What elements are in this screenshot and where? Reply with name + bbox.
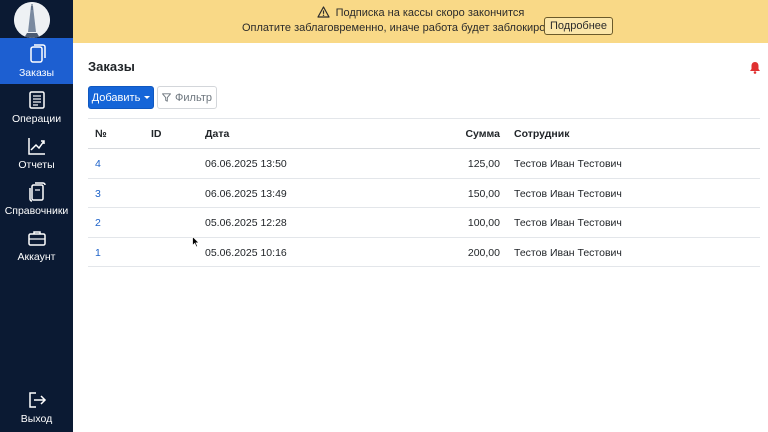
order-sum: 200,00: [467, 246, 500, 259]
sidebar-item-label: Отчеты: [18, 159, 55, 171]
filter-button[interactable]: Фильтр: [157, 86, 217, 109]
table-row[interactable]: 3 06.06.2025 13:49 150,00 Тестов Иван Те…: [88, 179, 760, 208]
mouse-cursor-icon: [192, 236, 200, 248]
order-number-link[interactable]: 3: [95, 188, 101, 200]
order-employee: Тестов Иван Тестович: [514, 217, 622, 229]
filter-icon: [162, 93, 171, 102]
app-logo: [14, 2, 50, 38]
sidebar-item-orders[interactable]: Заказы: [0, 38, 73, 84]
order-employee: Тестов Иван Тестович: [514, 246, 622, 259]
order-date: 06.06.2025 13:49: [205, 187, 287, 200]
table-header: № ID Дата Сумма Сотрудник: [88, 118, 760, 149]
bell-icon[interactable]: [749, 61, 761, 74]
filter-button-label: Фильтр: [175, 91, 212, 104]
column-header-employee[interactable]: Сотрудник: [514, 128, 569, 140]
warning-icon: [316, 6, 330, 18]
logout-icon: [28, 392, 46, 408]
logout-label: Выход: [20, 413, 53, 425]
column-header-number[interactable]: №: [95, 128, 107, 140]
order-date: 05.06.2025 12:28: [205, 217, 287, 229]
document-icon: [29, 44, 46, 63]
banner-details-button[interactable]: Подробнее: [544, 17, 614, 35]
sidebar-item-references[interactable]: Справочники: [0, 176, 73, 222]
list-icon: [28, 91, 45, 109]
sidebar-item-account[interactable]: Аккаунт: [0, 222, 73, 268]
briefcase-icon: [27, 231, 46, 246]
table-row[interactable]: 4 06.06.2025 13:50 125,00 Тестов Иван Те…: [88, 149, 760, 179]
sidebar-item-label: Заказы: [18, 67, 55, 79]
column-header-sum[interactable]: Сумма: [465, 128, 500, 140]
sidebar-item-label: Операции: [11, 113, 62, 125]
order-sum: 125,00: [467, 158, 500, 170]
chart-icon: [27, 138, 45, 155]
sidebar-item-label: Справочники: [4, 205, 69, 217]
banner-title: Подписка на кассы скоро закончится: [335, 7, 525, 19]
order-date: 05.06.2025 10:16: [205, 246, 287, 259]
sidebar-item-operations[interactable]: Операции: [0, 84, 73, 130]
order-number-link[interactable]: 4: [95, 158, 101, 170]
sidebar: Заказы Операции Отчеты Справочники Аккау…: [0, 0, 73, 432]
caret-down-icon: [144, 96, 151, 99]
order-sum: 150,00: [467, 187, 500, 200]
books-icon: [28, 182, 46, 202]
table-row[interactable]: 1 05.06.2025 10:16 200,00 Тестов Иван Те…: [88, 238, 760, 267]
order-employee: Тестов Иван Тестович: [514, 187, 622, 200]
banner-message: Оплатите заблаговременно, иначе работа б…: [242, 22, 570, 34]
logout-button[interactable]: Выход: [0, 384, 73, 430]
sidebar-item-label: Аккаунт: [17, 251, 56, 263]
sidebar-item-reports[interactable]: Отчеты: [0, 130, 73, 176]
add-button[interactable]: Добавить: [88, 86, 154, 109]
add-button-label: Добавить: [91, 91, 141, 104]
order-date: 06.06.2025 13:50: [205, 158, 287, 170]
page-title: Заказы: [88, 59, 135, 74]
column-header-id[interactable]: ID: [151, 128, 162, 140]
order-number-link[interactable]: 2: [95, 217, 101, 229]
banner-title-row: Подписка на кассы скоро закончится: [73, 6, 768, 19]
subscription-warning-banner: Подписка на кассы скоро закончится Оплат…: [73, 0, 768, 43]
order-sum: 100,00: [467, 217, 500, 229]
table-row[interactable]: 2 05.06.2025 12:28 100,00 Тестов Иван Те…: [88, 208, 760, 238]
column-header-date[interactable]: Дата: [205, 128, 229, 140]
order-number-link[interactable]: 1: [95, 247, 101, 259]
order-employee: Тестов Иван Тестович: [514, 158, 622, 170]
